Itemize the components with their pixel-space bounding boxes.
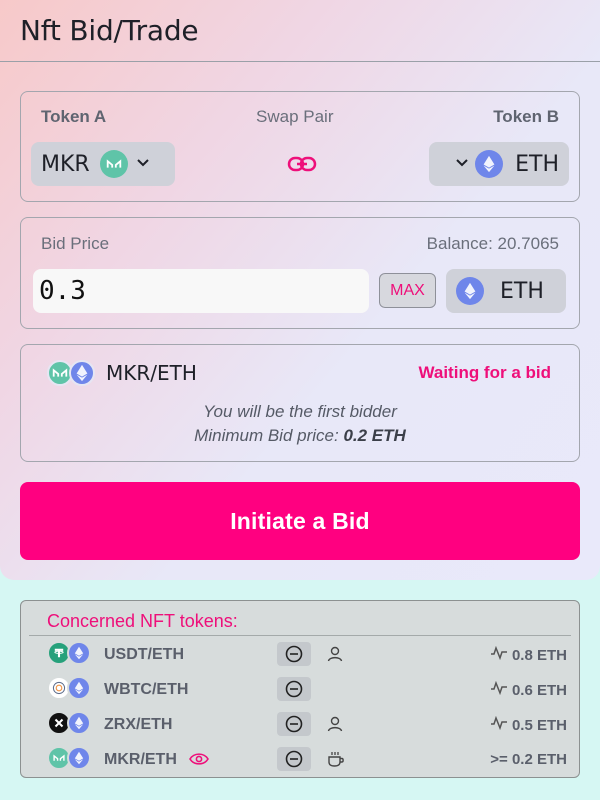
link-icon[interactable] bbox=[287, 152, 317, 181]
eth-icon bbox=[456, 277, 484, 305]
nft-price-value: 0.6 ETH bbox=[511, 681, 567, 699]
coffee-icon bbox=[326, 750, 346, 773]
swap-pair-label: Swap Pair bbox=[256, 107, 334, 126]
nft-price-value: >= 0.2 ETH bbox=[490, 751, 567, 768]
pair-icons bbox=[47, 641, 91, 665]
eth-icon bbox=[69, 360, 95, 386]
bid-currency-label: ETH bbox=[500, 278, 544, 304]
nft-tokens-title: Concerned NFT tokens: bbox=[47, 611, 238, 631]
bid-price-label: Bid Price bbox=[41, 234, 110, 253]
nft-price: 0.5 ETH bbox=[490, 715, 567, 734]
balance-text: Balance: 20.7065 bbox=[426, 234, 559, 253]
minimum-bid-label: Minimum Bid price: bbox=[194, 426, 339, 445]
bid-price-panel: Bid Price Balance: 20.7065 0.3 MAX ETH bbox=[20, 217, 580, 329]
nft-pair-label: USDT/ETH bbox=[104, 646, 184, 663]
eth-icon bbox=[67, 746, 91, 770]
divider bbox=[29, 635, 571, 636]
nft-price-value: 0.8 ETH bbox=[511, 646, 567, 664]
status-badge: Waiting for a bid bbox=[418, 363, 551, 382]
max-button[interactable]: MAX bbox=[379, 273, 436, 308]
token-b-value: ETH bbox=[515, 151, 559, 177]
user-icon bbox=[326, 645, 344, 668]
mkr-icon bbox=[99, 150, 128, 178]
minimum-bid-value: 0.2 ETH bbox=[343, 426, 406, 445]
initiate-bid-button[interactable]: Initiate a Bid bbox=[20, 482, 580, 560]
list-item[interactable]: WBTC/ETH 0.6 ETH bbox=[21, 673, 579, 707]
eth-icon bbox=[67, 676, 91, 700]
trade-card: Nft Bid/Trade Token A Swap Pair Token B … bbox=[0, 0, 600, 580]
remove-button[interactable] bbox=[277, 712, 311, 736]
bid-status-panel: MKR/ETH Waiting for a bid You will be th… bbox=[20, 344, 580, 462]
swap-pair-panel: Token A Swap Pair Token B MKR ETH bbox=[20, 91, 580, 202]
eth-icon bbox=[67, 711, 91, 735]
pair-icons bbox=[47, 360, 95, 386]
pair-icons bbox=[47, 711, 91, 735]
token-b-select[interactable]: ETH bbox=[429, 142, 569, 186]
list-item[interactable]: ZRX/ETH 0.5 ETH bbox=[21, 708, 579, 742]
first-bidder-text: You will be the first bidder bbox=[203, 402, 397, 421]
nft-tokens-panel: Concerned NFT tokens: USDT/ETH 0.8 ETH W… bbox=[20, 600, 580, 778]
list-item[interactable]: USDT/ETH 0.8 ETH bbox=[21, 638, 579, 672]
nft-price: 0.6 ETH bbox=[490, 680, 567, 699]
remove-button[interactable] bbox=[277, 642, 311, 666]
eth-icon bbox=[475, 150, 504, 178]
nft-price-value: 0.5 ETH bbox=[511, 716, 567, 734]
token-a-select[interactable]: MKR bbox=[31, 142, 175, 186]
chevron-down-icon bbox=[136, 156, 150, 172]
chevron-down-icon bbox=[455, 156, 469, 172]
nft-price: 0.8 ETH bbox=[490, 645, 567, 664]
token-a-label: Token A bbox=[41, 107, 107, 126]
eth-icon bbox=[67, 641, 91, 665]
pair-icons bbox=[47, 676, 91, 700]
bid-price-input[interactable]: 0.3 bbox=[33, 269, 369, 313]
list-item[interactable]: MKR/ETH >= 0.2 ETH bbox=[21, 743, 579, 777]
nft-pair-label: WBTC/ETH bbox=[104, 681, 189, 698]
token-a-value: MKR bbox=[41, 151, 90, 177]
nft-pair-label: ZRX/ETH bbox=[104, 716, 173, 733]
nft-price: >= 0.2 ETH bbox=[490, 751, 567, 768]
card-header: Nft Bid/Trade bbox=[0, 0, 600, 62]
remove-button[interactable] bbox=[277, 747, 311, 771]
activity-icon bbox=[490, 715, 508, 734]
user-icon bbox=[326, 715, 344, 738]
activity-icon bbox=[490, 680, 508, 699]
remove-button[interactable] bbox=[277, 677, 311, 701]
pair-icons bbox=[47, 746, 91, 770]
minimum-bid-text: Minimum Bid price: 0.2 ETH bbox=[21, 426, 579, 446]
eye-icon[interactable] bbox=[189, 752, 209, 771]
page-title: Nft Bid/Trade bbox=[20, 14, 199, 47]
bid-currency: ETH bbox=[446, 269, 566, 313]
token-b-label: Token B bbox=[493, 107, 559, 126]
nft-pair-label: MKR/ETH bbox=[104, 751, 177, 768]
activity-icon bbox=[490, 645, 508, 664]
status-pair: MKR/ETH bbox=[106, 361, 197, 385]
